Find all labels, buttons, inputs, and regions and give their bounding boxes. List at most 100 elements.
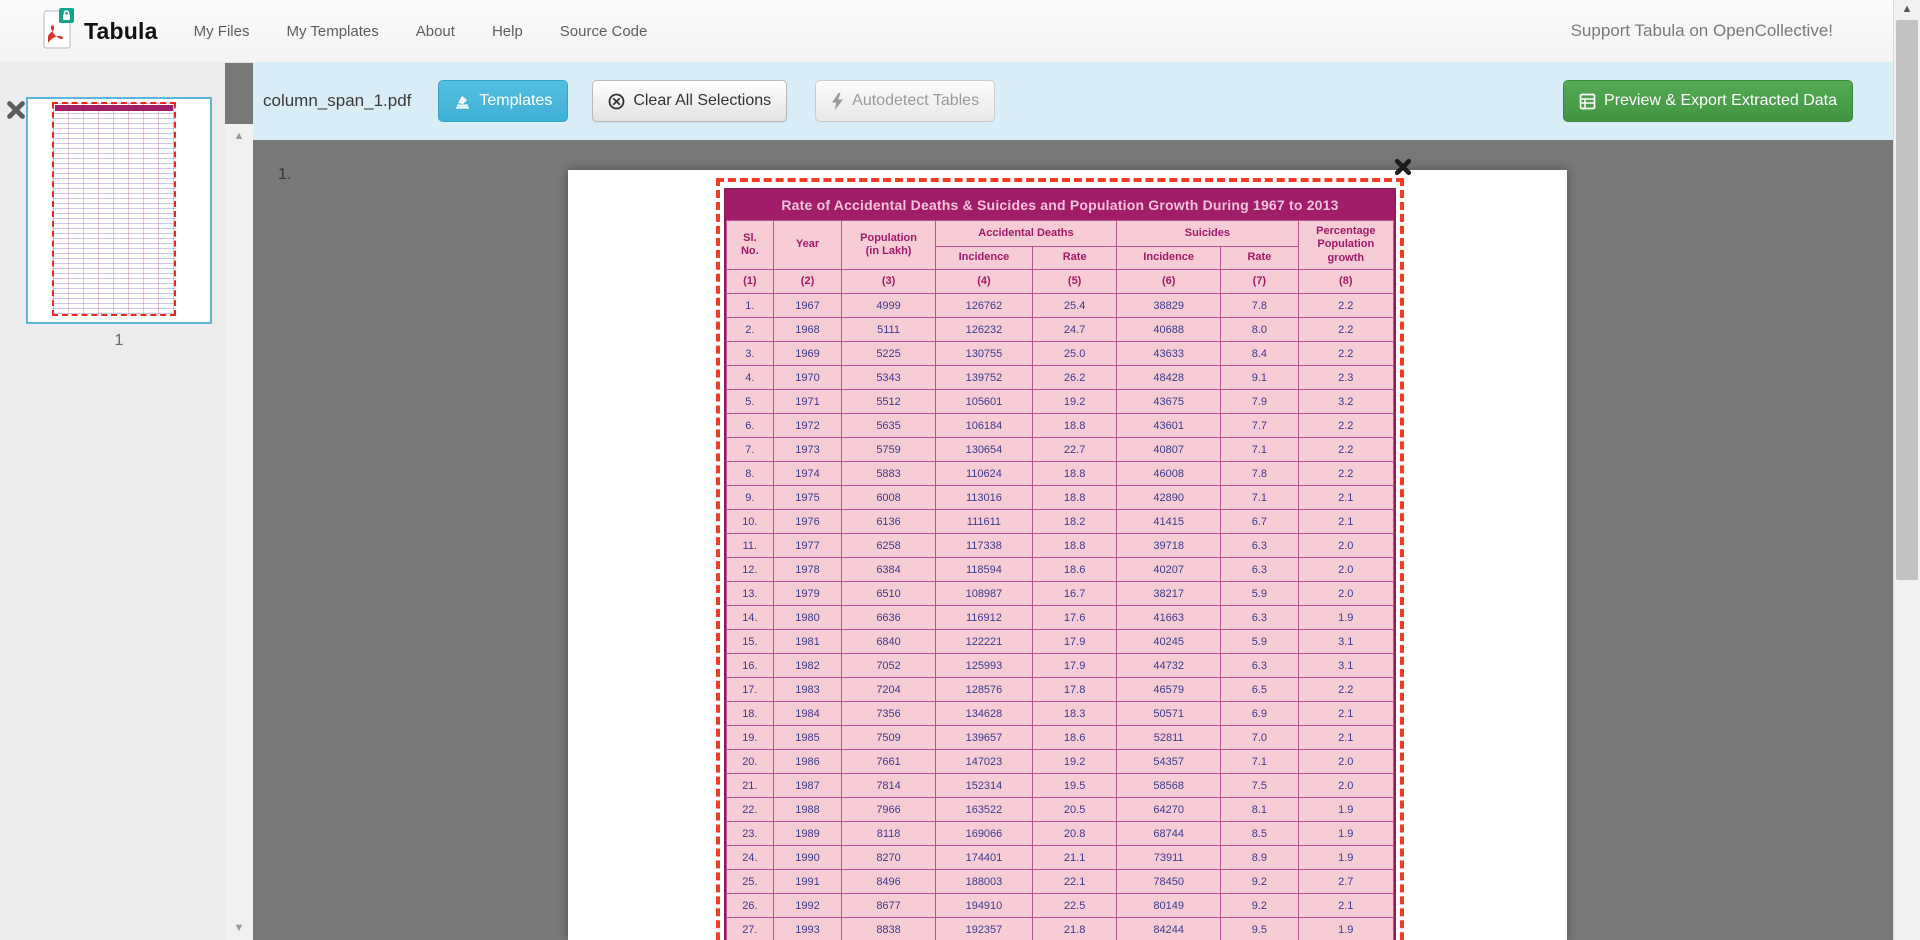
table-cell: 169066 xyxy=(935,822,1032,846)
table-cell: 1988 xyxy=(773,798,842,822)
lightning-icon xyxy=(831,93,844,110)
table-row: 5.1971551210560119.2436757.93.2 xyxy=(727,390,1394,414)
table-cell: 6.7 xyxy=(1221,510,1298,534)
table-cell: 188003 xyxy=(935,870,1032,894)
table-cell: 19.2 xyxy=(1033,390,1117,414)
nav-source-code[interactable]: Source Code xyxy=(560,23,648,40)
sidebar-scrollbar[interactable]: ▲ ▼ xyxy=(225,124,253,940)
nav-my-files[interactable]: My Files xyxy=(194,23,250,40)
table-cell: 126232 xyxy=(935,318,1032,342)
preview-export-button[interactable]: Preview & Export Extracted Data xyxy=(1563,80,1853,122)
pdf-page[interactable]: Rate of Accidental Deaths & Suicides and… xyxy=(568,170,1567,940)
thumbnail-page-number: 1 xyxy=(26,332,212,350)
table-cell: 130755 xyxy=(935,342,1032,366)
table-cell: 2.1 xyxy=(1298,486,1393,510)
table-cell: 6510 xyxy=(842,582,935,606)
table-cell: 2.0 xyxy=(1298,558,1393,582)
table-cell: 1982 xyxy=(773,654,842,678)
table-row: 27.1993883819235721.8842449.51.9 xyxy=(727,918,1394,940)
table-cell: 7814 xyxy=(842,774,935,798)
table-cell: 7.0 xyxy=(1221,726,1298,750)
table-cell: 8. xyxy=(727,462,774,486)
table-cell: 21.8 xyxy=(1033,918,1117,940)
table-cell: 7.8 xyxy=(1221,462,1298,486)
table-cell: 2.2 xyxy=(1298,294,1393,318)
thumbnail-table-title xyxy=(55,105,173,111)
table-cell: 3.2 xyxy=(1298,390,1393,414)
selection-close-button[interactable] xyxy=(1394,158,1412,176)
scroll-down-icon[interactable]: ▼ xyxy=(225,922,253,934)
page-thumbnail[interactable] xyxy=(26,97,212,324)
table-cell: 18.8 xyxy=(1033,462,1117,486)
table-row: 6.1972563510618418.8436017.72.2 xyxy=(727,414,1394,438)
table-cell: 50571 xyxy=(1117,702,1221,726)
table-cell: 134628 xyxy=(935,702,1032,726)
table-cell: 1971 xyxy=(773,390,842,414)
support-link[interactable]: Support Tabula on OpenCollective! xyxy=(1571,21,1833,41)
clear-all-selections-button[interactable]: Clear All Selections xyxy=(592,80,787,122)
table-header-cell: Year xyxy=(773,221,842,270)
table-cell: 13. xyxy=(727,582,774,606)
table-cell: 2.7 xyxy=(1298,870,1393,894)
scroll-up-icon[interactable]: ▲ xyxy=(225,130,253,142)
tabula-logo-icon xyxy=(43,8,74,55)
table-cell: 8.4 xyxy=(1221,342,1298,366)
table-cell: 125993 xyxy=(935,654,1032,678)
table-cell: 1975 xyxy=(773,486,842,510)
sidebar: 1 ▲ ▼ xyxy=(0,62,225,940)
table-cell: 7052 xyxy=(842,654,935,678)
table-colnumber-cell: (5) xyxy=(1033,270,1117,294)
table-cell: 40688 xyxy=(1117,318,1221,342)
remove-page-button[interactable] xyxy=(6,100,26,120)
table-cell: 2.2 xyxy=(1298,678,1393,702)
table-cell: 9.5 xyxy=(1221,918,1298,940)
pdf-viewer: 1. Rate of Accidental Deaths & Suicides … xyxy=(253,140,1893,940)
autodetect-tables-button[interactable]: Autodetect Tables xyxy=(815,80,995,122)
nav-about[interactable]: About xyxy=(416,23,455,40)
table-cell: 1984 xyxy=(773,702,842,726)
scrollbar-up-icon[interactable]: ▲ xyxy=(1894,3,1920,15)
templates-button[interactable]: Templates xyxy=(438,80,568,122)
table-cell: 174401 xyxy=(935,846,1032,870)
table-cell: 6.3 xyxy=(1221,654,1298,678)
table-cell: 5225 xyxy=(842,342,935,366)
pdf-table: Sl. No.YearPopulation (in Lakh)Accidenta… xyxy=(726,220,1394,940)
table-row: 14.1980663611691217.6416636.31.9 xyxy=(727,606,1394,630)
table-cell: 118594 xyxy=(935,558,1032,582)
nav-my-templates[interactable]: My Templates xyxy=(286,23,378,40)
scrollbar-thumb[interactable] xyxy=(1896,20,1918,580)
table-cell: 1. xyxy=(727,294,774,318)
table-cell: 7.7 xyxy=(1221,414,1298,438)
brand-title: Tabula xyxy=(84,18,158,45)
table-cell: 8.1 xyxy=(1221,798,1298,822)
window-scrollbar[interactable]: ▲ xyxy=(1893,0,1920,940)
brand[interactable]: Tabula xyxy=(43,8,158,55)
table-cell: 17.9 xyxy=(1033,654,1117,678)
nav-help[interactable]: Help xyxy=(492,23,523,40)
table-cell: 6.3 xyxy=(1221,606,1298,630)
table-cell: 38829 xyxy=(1117,294,1221,318)
table-cell: 8.5 xyxy=(1221,822,1298,846)
table-cell: 8118 xyxy=(842,822,935,846)
table-cell: 2.0 xyxy=(1298,582,1393,606)
table-cell: 111611 xyxy=(935,510,1032,534)
table-cell: 26. xyxy=(727,894,774,918)
table-cell: 5343 xyxy=(842,366,935,390)
table-cell: 9.1 xyxy=(1221,366,1298,390)
table-cell: 38217 xyxy=(1117,582,1221,606)
table-cell: 20. xyxy=(727,750,774,774)
table-cell: 8838 xyxy=(842,918,935,940)
table-cell: 7.5 xyxy=(1221,774,1298,798)
table-cell: 68744 xyxy=(1117,822,1221,846)
table-cell: 7356 xyxy=(842,702,935,726)
table-cell: 12. xyxy=(727,558,774,582)
table-cell: 1969 xyxy=(773,342,842,366)
table-cell: 9.2 xyxy=(1221,894,1298,918)
table-cell: 25. xyxy=(727,870,774,894)
table-cell: 19.5 xyxy=(1033,774,1117,798)
table-cell: 16.7 xyxy=(1033,582,1117,606)
table-cell: 10. xyxy=(727,510,774,534)
table-cell: 22. xyxy=(727,798,774,822)
pdf-filename: column_span_1.pdf xyxy=(263,91,411,111)
table-cell: 2. xyxy=(727,318,774,342)
